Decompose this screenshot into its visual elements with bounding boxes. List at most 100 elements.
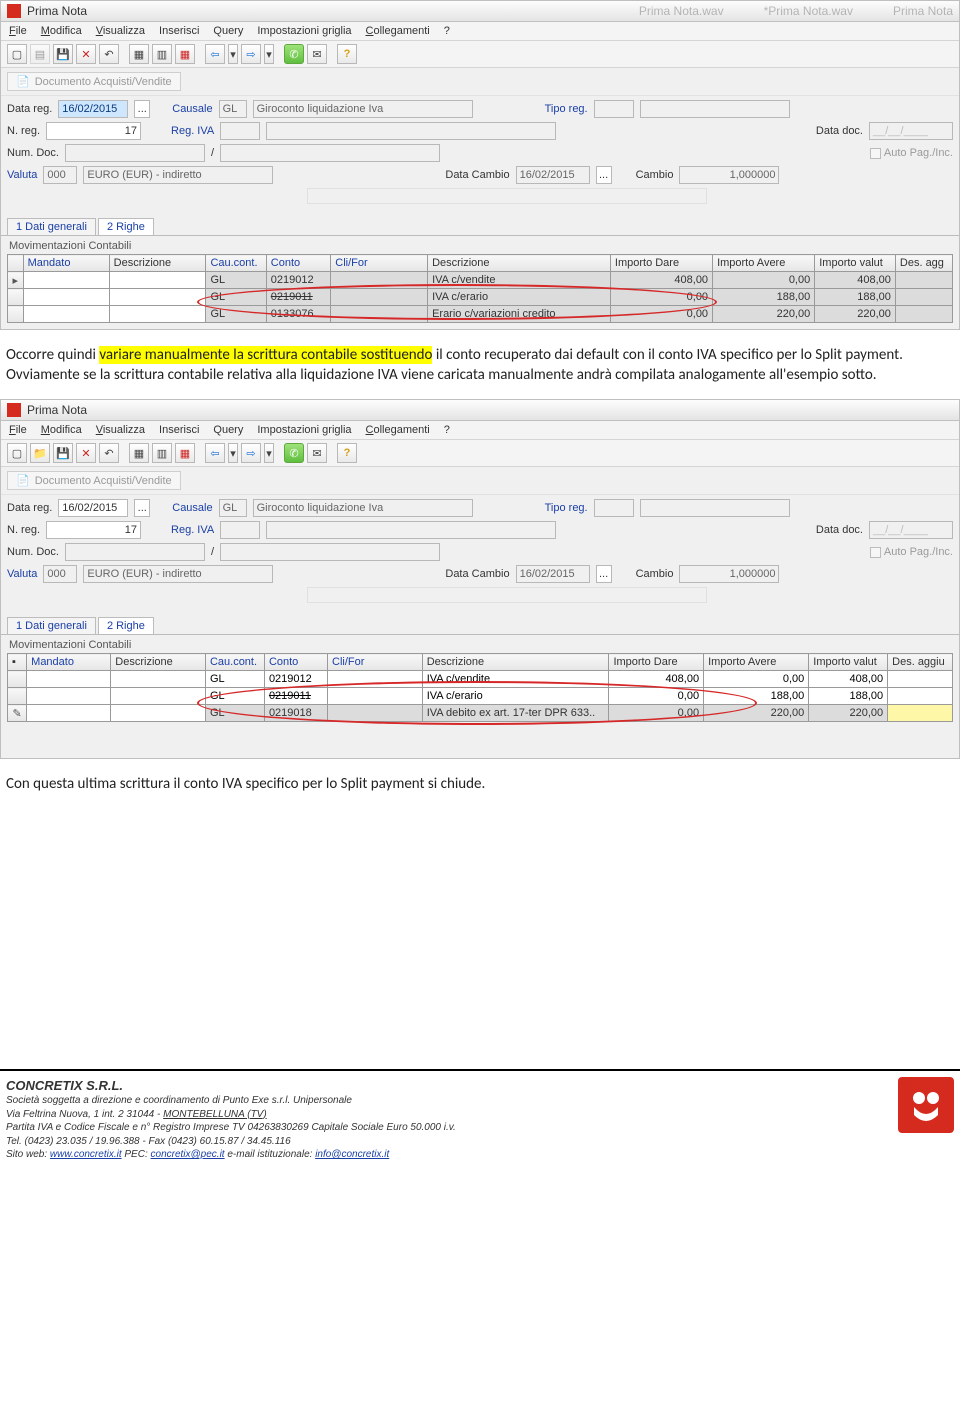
col-descrizione[interactable]: Descrizione <box>422 654 609 671</box>
undo-icon[interactable]: ↶ <box>99 443 119 463</box>
datareg-picker[interactable]: ... <box>134 100 150 118</box>
doc-acquisti-button[interactable]: 📄 Documento Acquisti/Vendite <box>7 471 181 490</box>
grid[interactable]: Mandato Descrizione Cau.cont. Conto Cli/… <box>7 254 953 323</box>
regiva-field[interactable] <box>220 122 260 140</box>
datareg-field[interactable]: 16/02/2015 <box>58 100 128 118</box>
datareg-field[interactable]: 16/02/2015 <box>58 499 128 517</box>
menu-file[interactable]: File <box>9 25 27 37</box>
col-conto[interactable]: Conto <box>264 654 327 671</box>
undo-icon[interactable]: ↶ <box>99 44 119 64</box>
delete-icon[interactable]: ✕ <box>76 44 96 64</box>
col-caucont[interactable]: Cau.cont. <box>206 255 266 272</box>
grid1-icon[interactable]: ▦ <box>129 443 149 463</box>
col-dare[interactable]: Importo Dare <box>610 255 712 272</box>
menu-visualizza[interactable]: Visualizza <box>96 25 145 37</box>
table-row[interactable]: ▸ GL 0219012 IVA c/vendite 408,00 0,00 4… <box>8 272 953 289</box>
col-valut[interactable]: Importo valut <box>815 255 896 272</box>
prev-drop-icon[interactable]: ▾ <box>228 44 238 64</box>
next-icon[interactable]: ⇨ <box>241 443 261 463</box>
menu-impostazioni[interactable]: Impostazioni griglia <box>257 424 351 436</box>
menu-collegamenti[interactable]: Collegamenti <box>366 25 430 37</box>
mail-icon[interactable]: ✉ <box>307 443 327 463</box>
menu-help[interactable]: ? <box>444 25 450 37</box>
col-clifor[interactable]: Cli/For <box>331 255 428 272</box>
autopag-checkbox[interactable]: Auto Pag./Inc. <box>870 546 953 558</box>
open-icon[interactable]: ▤ <box>30 44 50 64</box>
save-icon[interactable]: 💾 <box>53 443 73 463</box>
help-icon[interactable]: ? <box>337 443 357 463</box>
grid1-icon[interactable]: ▦ <box>129 44 149 64</box>
grid-del-icon[interactable]: ▦ <box>175 443 195 463</box>
numdoc-field1[interactable] <box>65 144 205 162</box>
col-avere[interactable]: Importo Avere <box>713 255 815 272</box>
menu-file[interactable]: File <box>9 424 27 436</box>
table-row[interactable]: ✎ GL 0219018 IVA debito ex art. 17-ter D… <box>8 705 953 722</box>
col-desagg[interactable]: Des. agg <box>895 255 952 272</box>
regiva-field[interactable] <box>220 521 260 539</box>
next-icon[interactable]: ⇨ <box>241 44 261 64</box>
col-mandato[interactable]: Mandato <box>23 255 109 272</box>
col-mandato[interactable]: Mandato <box>27 654 111 671</box>
footer-link-web[interactable]: www.concretix.it <box>50 1149 122 1160</box>
col-descrizione-l[interactable]: Descrizione <box>109 255 206 272</box>
prev-icon[interactable]: ⇦ <box>205 443 225 463</box>
doc-acquisti-button[interactable]: 📄 Documento Acquisti/Vendite <box>7 72 181 91</box>
col-clifor[interactable]: Cli/For <box>328 654 423 671</box>
menu-visualizza[interactable]: Visualizza <box>96 424 145 436</box>
tiporeg-field[interactable] <box>594 499 634 517</box>
menu-modifica[interactable]: Modifica <box>41 424 82 436</box>
datareg-picker[interactable]: ... <box>134 499 150 517</box>
grid[interactable]: ▪ Mandato Descrizione Cau.cont. Conto Cl… <box>7 653 953 722</box>
col-dare[interactable]: Importo Dare <box>609 654 704 671</box>
tab-dati-generali[interactable]: 1 Dati generali <box>7 617 96 634</box>
nreg-field[interactable]: 17 <box>46 122 141 140</box>
table-row[interactable]: GL 0133076 Erario c/variazioni credito 0… <box>8 306 953 323</box>
menu-query[interactable]: Query <box>213 25 243 37</box>
menu-inserisci[interactable]: Inserisci <box>159 25 199 37</box>
col-descrizione[interactable]: Descrizione <box>428 255 611 272</box>
save-icon[interactable]: 💾 <box>53 44 73 64</box>
datadoc-field[interactable]: __/__/____ <box>869 122 953 140</box>
cambio-field[interactable]: 1,000000 <box>679 565 779 583</box>
numdoc-field1[interactable] <box>65 543 205 561</box>
grid2-icon[interactable]: ▥ <box>152 44 172 64</box>
tab-righe[interactable]: 2 Righe <box>98 218 154 235</box>
help-icon[interactable]: ? <box>337 44 357 64</box>
next-drop-icon[interactable]: ▾ <box>264 44 274 64</box>
new-icon[interactable]: ▢ <box>7 44 27 64</box>
new-icon[interactable]: ▢ <box>7 443 27 463</box>
phone-icon[interactable]: ✆ <box>284 443 304 463</box>
datacambio-field[interactable]: 16/02/2015 <box>516 565 590 583</box>
datacambio-picker[interactable]: ... <box>596 166 612 184</box>
table-row[interactable]: GL 0219012 IVA c/vendite 408,00 0,00 408… <box>8 671 953 688</box>
grid2-icon[interactable]: ▥ <box>152 443 172 463</box>
footer-link-email[interactable]: info@concretix.it <box>315 1149 389 1160</box>
menu-query[interactable]: Query <box>213 424 243 436</box>
nreg-field[interactable]: 17 <box>46 521 141 539</box>
col-caucont[interactable]: Cau.cont. <box>205 654 264 671</box>
datadoc-field[interactable]: __/__/____ <box>869 521 953 539</box>
open-icon[interactable]: 📁 <box>30 443 50 463</box>
grid-del-icon[interactable]: ▦ <box>175 44 195 64</box>
next-drop-icon[interactable]: ▾ <box>264 443 274 463</box>
tab-dati-generali[interactable]: 1 Dati generali <box>7 218 96 235</box>
autopag-checkbox[interactable]: Auto Pag./Inc. <box>870 147 953 159</box>
col-descrizione-l[interactable]: Descrizione <box>111 654 206 671</box>
causale-field[interactable]: GL <box>219 499 247 517</box>
prev-icon[interactable]: ⇦ <box>205 44 225 64</box>
cambio-field[interactable]: 1,000000 <box>679 166 779 184</box>
col-avere[interactable]: Importo Avere <box>704 654 809 671</box>
causale-field[interactable]: GL <box>219 100 247 118</box>
menu-inserisci[interactable]: Inserisci <box>159 424 199 436</box>
mail-icon[interactable]: ✉ <box>307 44 327 64</box>
valuta-code[interactable]: 000 <box>43 565 77 583</box>
prev-drop-icon[interactable]: ▾ <box>228 443 238 463</box>
menu-collegamenti[interactable]: Collegamenti <box>366 424 430 436</box>
menu-help[interactable]: ? <box>444 424 450 436</box>
col-valut[interactable]: Importo valut <box>809 654 888 671</box>
numdoc-field2[interactable] <box>220 543 440 561</box>
numdoc-field2[interactable] <box>220 144 440 162</box>
footer-link-pec[interactable]: concretix@pec.it <box>151 1149 225 1160</box>
menu-impostazioni[interactable]: Impostazioni griglia <box>257 25 351 37</box>
tab-righe[interactable]: 2 Righe <box>98 617 154 634</box>
